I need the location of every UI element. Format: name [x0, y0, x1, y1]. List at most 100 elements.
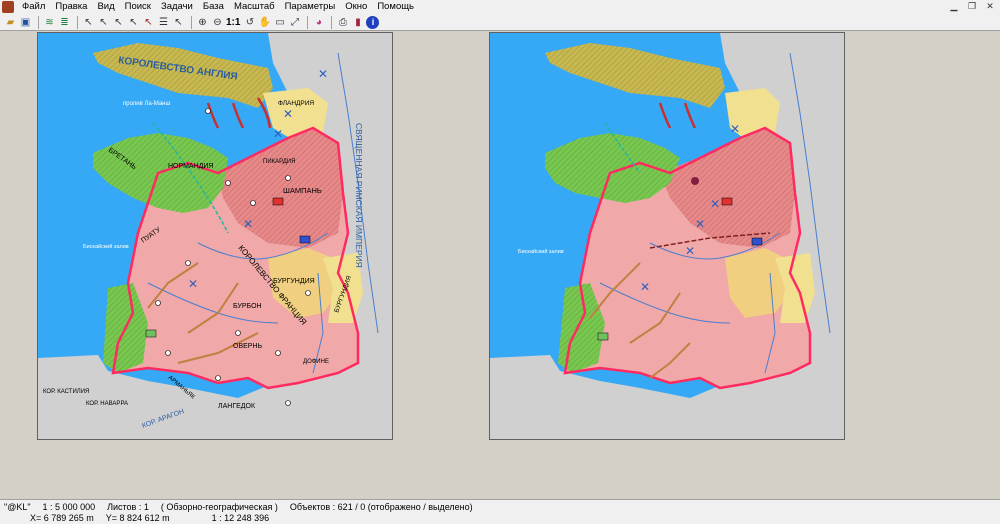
map-left-canvas[interactable]: ✕ ✕ ✕ ✕ ✕ КОРОЛЕВСТВО АНГЛИЯ пролив Ла-М…: [38, 33, 392, 439]
menu-window[interactable]: Окно: [340, 0, 372, 14]
city-marker: [215, 375, 221, 381]
label-normandy: НОРМАНДИЯ: [168, 163, 213, 170]
status-bar: "@KL" 1 : 5 000 000 Листов : 1 ( Обзорно…: [0, 499, 1000, 524]
menu-view[interactable]: Вид: [92, 0, 119, 14]
status-map-type: ( Обзорно-географическая ): [160, 502, 278, 512]
select-point-icon[interactable]: ↖: [127, 16, 140, 29]
battle-marker: ✕: [243, 217, 253, 231]
toolbar-separator: [77, 15, 78, 29]
label-biscay: Бискайский залив: [518, 248, 564, 255]
label-castile: КОР. КАСТИЛИЯ: [43, 389, 89, 395]
label-dauphine: ДОФИНЕ: [303, 359, 329, 365]
battle-marker: ✕: [283, 107, 293, 121]
battle-marker: ✕: [640, 280, 650, 294]
city-marker: [285, 175, 291, 181]
select-all-icon[interactable]: ↖: [172, 16, 185, 29]
menu-tasks[interactable]: Задачи: [156, 0, 198, 14]
menu-scale[interactable]: Масштаб: [229, 0, 280, 14]
toolbar-separator: [307, 15, 309, 29]
flag-icon: [721, 197, 733, 206]
status-x-coord: X= 6 789 265 m: [30, 513, 94, 523]
close-icon[interactable]: ✕: [984, 1, 996, 12]
toolbar-separator: [331, 15, 333, 29]
battle-marker: ✕: [273, 127, 283, 141]
palette-icon[interactable]: ◕: [312, 16, 325, 29]
battle-marker: ✕: [318, 67, 328, 81]
select-line-icon[interactable]: ↖: [142, 16, 155, 29]
map-view-right[interactable]: ✕ ✕ ✕ ✕ ✕ Бискайский залив: [489, 32, 845, 440]
map-right-canvas[interactable]: ✕ ✕ ✕ ✕ ✕ Бискайский залив: [490, 33, 844, 439]
city-marker: [155, 300, 161, 306]
menu-edit[interactable]: Правка: [50, 0, 92, 14]
info-icon[interactable]: i: [366, 15, 380, 29]
status-row-top: "@KL" 1 : 5 000 000 Листов : 1 ( Обзорно…: [4, 502, 473, 512]
menu-bar: Файл Правка Вид Поиск Задачи База Масшта…: [0, 0, 1000, 14]
select-icon[interactable]: ↖: [82, 16, 95, 29]
label-auvergne: ОВЕРНЬ: [233, 343, 263, 350]
hand-icon[interactable]: ✋: [258, 16, 271, 29]
zoom-one-to-one-button[interactable]: 1:1: [226, 17, 240, 28]
menu-base[interactable]: База: [198, 0, 229, 14]
city-marker: [165, 350, 171, 356]
battle-marker: ✕: [685, 244, 695, 258]
city-marker: [285, 400, 291, 406]
menu-search[interactable]: Поиск: [120, 0, 156, 14]
flag-icon: [597, 332, 609, 341]
restore-icon[interactable]: ❐: [966, 1, 978, 12]
minimize-icon[interactable]: ▁: [948, 1, 960, 12]
select-object-icon[interactable]: ↖: [112, 16, 125, 29]
label-flanders: ФЛАНДРИЯ: [278, 100, 314, 107]
menu-help[interactable]: Помощь: [372, 0, 419, 14]
label-champagne: ШАМПАНЬ: [283, 186, 322, 195]
layers-icon[interactable]: ≋: [43, 16, 56, 29]
flag-icon: [272, 197, 284, 206]
flag-icon: [299, 235, 311, 244]
list-icon[interactable]: ☰: [157, 16, 170, 29]
toolbar-separator: [38, 15, 39, 29]
frame-icon[interactable]: ▭: [273, 16, 286, 29]
label-channel: пролив Ла-Манш: [123, 101, 170, 107]
window-controls: ▁ ❐ ✕: [948, 1, 996, 12]
city-marker: [305, 290, 311, 296]
status-zoom: 1 : 12 248 396: [211, 513, 270, 523]
status-sheets: Листов : 1: [107, 502, 149, 512]
city-marker: [275, 350, 281, 356]
city-marker: [250, 200, 256, 206]
label-bourbon: БУРБОН: [233, 303, 262, 310]
city-marker: [205, 108, 211, 114]
select-area-icon[interactable]: ↖: [97, 16, 110, 29]
label-picardy: ПИКАРДИЯ: [263, 159, 295, 165]
status-y-coord: Y= 8 824 612 m: [105, 513, 170, 523]
print-icon[interactable]: ⎙: [336, 16, 349, 29]
open-icon[interactable]: ▰: [4, 16, 17, 29]
layers-add-icon[interactable]: ≣: [58, 16, 71, 29]
app-icon[interactable]: [2, 1, 14, 13]
flag-icon: [751, 237, 763, 246]
menu-file[interactable]: Файл: [17, 0, 50, 14]
battle-marker: ✕: [710, 197, 720, 211]
label-burgundy-duchy: БУРГУНДИЯ: [273, 278, 315, 285]
status-scale: 1 : 5 000 000: [42, 502, 96, 512]
toolbar: ▰ ▣ ≋ ≣ ↖ ↖ ↖ ↖ ↖ ☰ ↖ ⊕ ⊖ 1:1 ↺ ✋ ▭ ⤢ ◕ …: [0, 14, 1000, 31]
label-languedoc: ЛАНГЕДОК: [218, 403, 256, 410]
fit-icon[interactable]: ⤢: [288, 16, 301, 29]
flag-icon: [145, 329, 157, 338]
label-hre: СВЯЩЕННАЯ РИМСКАЯ ИМПЕРИЯ: [354, 123, 364, 268]
rotate-icon[interactable]: ↺: [243, 16, 256, 29]
battle-marker: ✕: [188, 277, 198, 291]
battle-marker: ✕: [730, 122, 740, 136]
label-biscay: Бискайский залив: [83, 243, 129, 250]
zoom-area-icon[interactable]: ⊕: [196, 16, 209, 29]
book-icon[interactable]: ▮: [351, 16, 364, 29]
status-app-name: "@KL": [4, 502, 31, 512]
city-marker: [235, 330, 241, 336]
status-objects: Объектов : 621 / 0 (отображено / выделен…: [289, 502, 473, 512]
menu-parameters[interactable]: Параметры: [280, 0, 341, 14]
capital-marker: [691, 177, 699, 185]
battle-marker: ✕: [695, 217, 705, 231]
save-icon[interactable]: ▣: [19, 16, 32, 29]
status-row-bottom: X= 6 789 265 m Y= 8 824 612 m 1 : 12 248…: [4, 513, 269, 523]
map-view-left[interactable]: ✕ ✕ ✕ ✕ ✕ КОРОЛЕВСТВО АНГЛИЯ пролив Ла-М…: [37, 32, 393, 440]
toolbar-separator: [191, 15, 192, 29]
zoom-out-icon[interactable]: ⊖: [211, 16, 224, 29]
